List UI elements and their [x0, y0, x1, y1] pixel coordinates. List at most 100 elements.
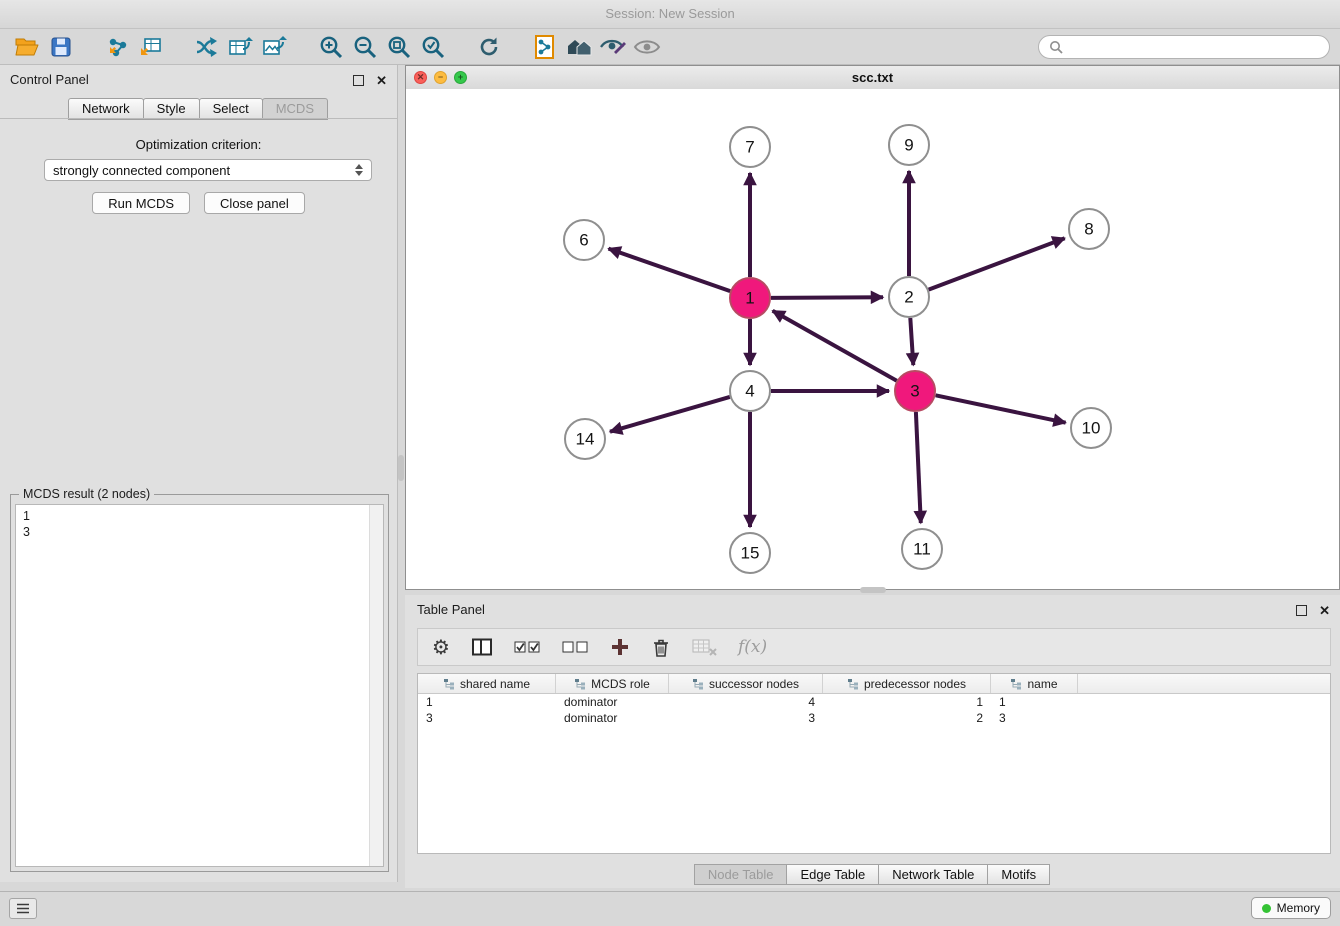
save-session-button[interactable] — [44, 31, 78, 63]
close-panel-button[interactable]: Close panel — [204, 192, 305, 214]
table-tab-edge-table[interactable]: Edge Table — [786, 864, 879, 885]
column-header-shared-name[interactable]: shared name — [418, 674, 556, 693]
graph-node-10[interactable]: 10 — [1071, 408, 1111, 448]
graph-node-1[interactable]: 1 — [730, 278, 770, 318]
zoom-in-button[interactable] — [314, 31, 348, 63]
window-close-icon[interactable]: ✕ — [414, 71, 427, 84]
graph-edge-3-10[interactable] — [936, 395, 1066, 422]
graph-node-14[interactable]: 14 — [565, 419, 605, 459]
home-layout-button[interactable] — [562, 31, 596, 63]
graph-node-11[interactable]: 11 — [902, 529, 942, 569]
graph-node-4[interactable]: 4 — [730, 371, 770, 411]
mcds-result-item[interactable]: 1 — [16, 505, 383, 524]
window-minimize-icon[interactable]: − — [434, 71, 447, 84]
app-window: Session: New Session — [0, 0, 1340, 926]
column-header-label: MCDS role — [591, 677, 650, 691]
graph-node-3[interactable]: 3 — [895, 371, 935, 411]
table-cell[interactable]: 1 — [991, 694, 1078, 710]
graph-edge-2-3[interactable] — [910, 318, 913, 365]
refresh-button[interactable] — [472, 31, 506, 63]
table-cell[interactable]: 2 — [823, 710, 991, 726]
close-panel-icon[interactable]: ✕ — [376, 74, 387, 87]
window-maximize-icon[interactable]: + — [454, 71, 467, 84]
show-graphics-button[interactable] — [630, 31, 664, 63]
export-image-button[interactable] — [258, 31, 292, 63]
table-row[interactable]: 3dominator323 — [418, 710, 1330, 726]
graph-node-9[interactable]: 9 — [889, 125, 929, 165]
control-tab-style[interactable]: Style — [143, 98, 200, 120]
table-settings-button[interactable]: ⚙ — [432, 632, 450, 662]
show-all-columns-button[interactable] — [514, 632, 541, 662]
float-panel-icon[interactable] — [353, 75, 364, 86]
column-header-label: successor nodes — [709, 677, 799, 691]
graph-edge-2-8[interactable] — [929, 238, 1065, 289]
vertical-splitter-handle[interactable] — [398, 455, 404, 481]
import-table-button[interactable] — [134, 31, 168, 63]
split-columns-button[interactable] — [471, 632, 493, 662]
curved-arrows-button[interactable] — [190, 31, 224, 63]
clear-table-button[interactable] — [692, 632, 717, 662]
graph-edge-1-6[interactable] — [609, 249, 731, 292]
result-scrollbar[interactable] — [369, 505, 383, 866]
export-table-button[interactable] — [224, 31, 258, 63]
column-attribute-icon — [847, 678, 859, 690]
column-header-predecessor-nodes[interactable]: predecessor nodes — [823, 674, 991, 693]
table-tab-motifs[interactable]: Motifs — [987, 864, 1050, 885]
memory-label: Memory — [1277, 901, 1320, 915]
close-table-panel-icon[interactable]: ✕ — [1319, 604, 1330, 617]
zoom-fit-button[interactable] — [382, 31, 416, 63]
style-preview-icon — [599, 36, 627, 58]
graph-node-15[interactable]: 15 — [730, 533, 770, 573]
network-canvas[interactable]: 7 9 6 8 1 2 4 3 14 10 15 11 — [406, 89, 1339, 589]
task-history-button[interactable] — [9, 898, 37, 919]
table-tab-network-table[interactable]: Network Table — [878, 864, 988, 885]
criterion-value: strongly connected component — [53, 163, 230, 178]
function-builder-button[interactable]: f(x) — [738, 632, 767, 662]
table-cell[interactable]: 3 — [991, 710, 1078, 726]
control-tab-select[interactable]: Select — [199, 98, 263, 120]
table-cell[interactable]: 3 — [669, 710, 823, 726]
style-preview-button[interactable] — [596, 31, 630, 63]
zoom-selected-button[interactable] — [416, 31, 450, 63]
mcds-result-item[interactable]: 3 — [16, 524, 383, 540]
table-tab-node-table[interactable]: Node Table — [694, 864, 788, 885]
table-cell[interactable]: 1 — [823, 694, 991, 710]
table-row[interactable]: 1dominator411 — [418, 694, 1330, 710]
network-document-button[interactable] — [528, 31, 562, 63]
column-header-name[interactable]: name — [991, 674, 1078, 693]
add-column-button[interactable] — [610, 632, 630, 662]
control-tab-mcds[interactable]: MCDS — [262, 98, 328, 120]
delete-column-button[interactable] — [651, 632, 671, 662]
graph-edge-3-11[interactable] — [916, 412, 921, 523]
table-cell[interactable]: 1 — [418, 694, 556, 710]
graph-edge-1-2[interactable] — [771, 297, 883, 298]
run-mcds-button[interactable]: Run MCDS — [92, 192, 190, 214]
import-network-button[interactable] — [100, 31, 134, 63]
memory-button[interactable]: Memory — [1251, 897, 1331, 919]
zoom-out-button[interactable] — [348, 31, 382, 63]
table-cell[interactable]: dominator — [556, 710, 669, 726]
control-tab-network[interactable]: Network — [68, 98, 144, 120]
graph-node-2[interactable]: 2 — [889, 277, 929, 317]
node-table: shared name MCDS role successor nodes prede… — [417, 673, 1331, 854]
column-header-mcds-role[interactable]: MCDS role — [556, 674, 669, 693]
table-cell[interactable]: dominator — [556, 694, 669, 710]
graph-edge-3-1[interactable] — [773, 311, 897, 381]
table-cell[interactable]: 3 — [418, 710, 556, 726]
graph-node-6[interactable]: 6 — [564, 220, 604, 260]
table-cell[interactable]: 4 — [669, 694, 823, 710]
graph-node-label: 14 — [576, 430, 595, 449]
horizontal-splitter-handle[interactable] — [860, 587, 886, 593]
graph-node-label: 9 — [904, 136, 913, 155]
open-session-button[interactable] — [10, 31, 44, 63]
table-panel-title: Table Panel — [417, 602, 485, 617]
add-column-icon — [610, 637, 630, 657]
graph-edge-4-14[interactable] — [610, 397, 730, 432]
graph-node-7[interactable]: 7 — [730, 127, 770, 167]
search-input[interactable] — [1069, 38, 1319, 55]
hide-all-columns-button[interactable] — [562, 632, 589, 662]
float-table-panel-icon[interactable] — [1296, 605, 1307, 616]
column-header-successor-nodes[interactable]: successor nodes — [669, 674, 823, 693]
criterion-dropdown[interactable]: strongly connected component — [44, 159, 372, 181]
graph-node-8[interactable]: 8 — [1069, 209, 1109, 249]
